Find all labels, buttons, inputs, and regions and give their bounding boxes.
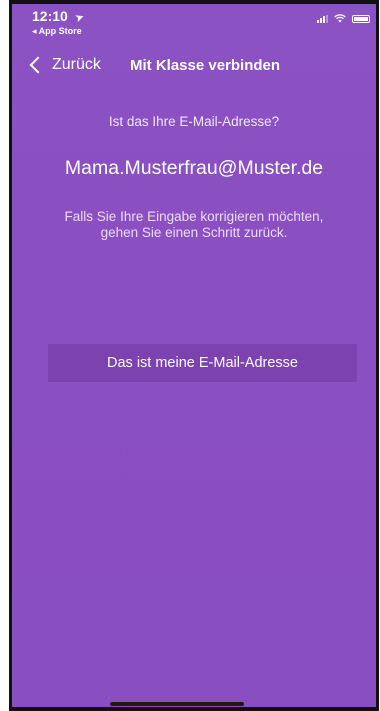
page-title: Mit Klasse verbinden: [130, 57, 281, 74]
bezel-right: [376, 0, 379, 711]
back-to-app-store-link[interactable]: ◂ App Store: [32, 26, 82, 37]
clock-label: 12:10: [32, 8, 68, 24]
status-time: 12:10 ➤: [32, 8, 86, 26]
back-button[interactable]: Zurück: [28, 56, 101, 74]
home-indicator[interactable]: [110, 702, 244, 706]
wifi-icon: [334, 14, 346, 23]
bezel-left: [9, 0, 12, 711]
screen-frame: 12:10 ➤ ◂ App Store Zurück Mit Klasse ve…: [0, 0, 380, 711]
correction-hint: Falls Sie Ihre Eingabe korrigieren möcht…: [64, 209, 324, 240]
bezel-top: [9, 0, 379, 4]
status-icons: [317, 14, 370, 23]
back-label: Zurück: [52, 56, 101, 73]
confirm-email-button[interactable]: Das ist meine E-Mail-Adresse: [48, 344, 357, 382]
signal-icon: [317, 14, 328, 23]
location-icon: ➤: [73, 10, 86, 26]
battery-icon: [352, 14, 370, 23]
confirm-question: Ist das Ihre E-Mail-Adresse?: [108, 114, 280, 129]
bezel-bottom: [9, 707, 379, 711]
chevron-left-icon: [29, 56, 47, 74]
email-address: Mama.Musterfrau@Muster.de: [64, 157, 324, 179]
app-screen: 12:10 ➤ ◂ App Store Zurück Mit Klasse ve…: [12, 4, 376, 707]
